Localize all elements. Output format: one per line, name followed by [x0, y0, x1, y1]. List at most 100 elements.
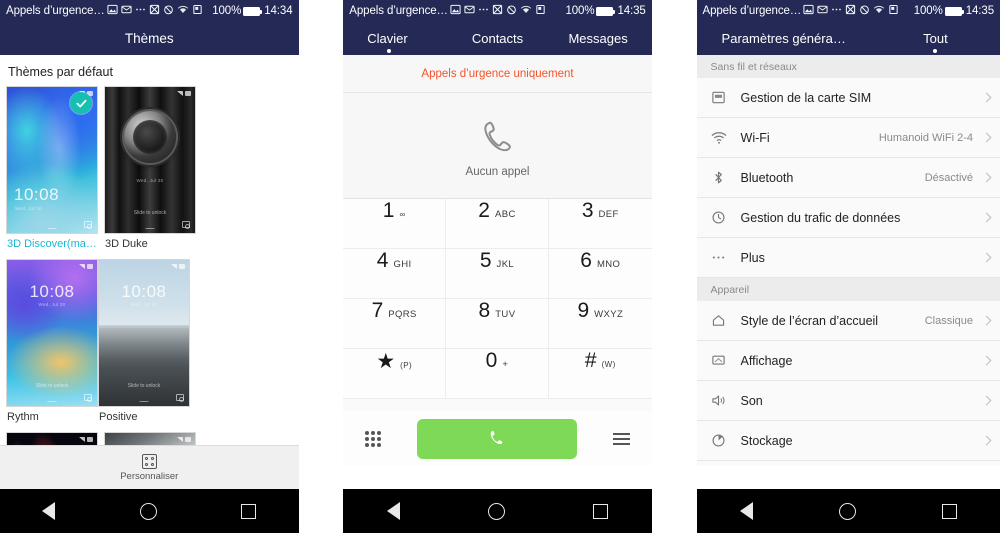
key-2[interactable]: 2 ABC [446, 199, 549, 249]
chevron-right-icon [981, 395, 992, 406]
no-sim-icon [492, 4, 503, 18]
alarm-mute-icon [506, 4, 517, 18]
sim-card-icon [711, 90, 733, 105]
setting-row-home-style[interactable]: Style de l’écran d’accueil Classique [696, 301, 1000, 341]
setting-row-bluetooth[interactable]: Bluetooth Désactivé [696, 158, 1000, 198]
themes-content: Thèmes par défaut 10:08 Wed, Jul 30 3D D… [0, 55, 299, 466]
key-digit: 9 [577, 299, 590, 322]
thumb-unlock-hint: Slide to unlock [35, 383, 69, 389]
tab-messages[interactable]: Messages [541, 22, 652, 55]
key-7[interactable]: 7 PQRS [343, 299, 447, 349]
vpn-icon [888, 4, 899, 18]
setting-label: Style de l’écran d’accueil [740, 313, 879, 328]
back-triangle-icon[interactable] [739, 502, 753, 520]
clock-label: 14:34 [264, 5, 293, 17]
status-icons [803, 4, 899, 18]
home-circle-icon[interactable] [139, 502, 157, 520]
home-circle-icon[interactable] [838, 502, 856, 520]
back-triangle-icon[interactable] [387, 502, 401, 520]
setting-row-sound[interactable]: Son [696, 381, 1000, 421]
key-9[interactable]: 9 WXYZ [548, 299, 652, 349]
theme-card[interactable]: 10:08 Wed, Jul 30 Slide to unlock Rythm [6, 259, 98, 430]
key-digit: 8 [478, 299, 491, 322]
call-button[interactable] [417, 418, 577, 459]
key-sublabel: WXYZ [594, 309, 624, 320]
key-1[interactable]: 1 ∞ [343, 199, 447, 249]
key-sublabel: TUV [495, 309, 516, 320]
setting-label: Son [740, 393, 763, 408]
chevron-right-icon [981, 172, 992, 183]
clock-label: 14:35 [965, 5, 994, 17]
tab-clavier[interactable]: Clavier [343, 22, 454, 55]
theme-thumbnail[interactable]: Wed, Jul 30 Slide to unlock [104, 86, 196, 234]
recents-square-icon[interactable] [941, 503, 957, 519]
thumb-status-icons [171, 264, 185, 269]
key-5[interactable]: 5 JKL [446, 249, 549, 299]
status-bar-settings: Appels d’urgence… 100% 14:35 [696, 0, 1000, 22]
setting-row-battery[interactable]: Batterie [696, 461, 1000, 466]
chevron-right-icon [981, 132, 992, 143]
setting-row-storage[interactable]: Stockage [696, 421, 1000, 461]
key-sublabel: + [502, 359, 509, 370]
recents-square-icon[interactable] [241, 503, 257, 519]
setting-row-wifi[interactable]: Wi-Fi Humanoid WiFi 2-4 [696, 118, 1000, 158]
home-circle-icon[interactable] [488, 502, 505, 520]
thumb-date: Wed, Jul 30 [38, 302, 66, 307]
settings-group-header: Appareil [696, 278, 1000, 301]
dialer-phone-panel: Appels d’urgence… 100% 14:35 Clavier Con… [343, 0, 652, 533]
setting-row-sim[interactable]: Gestion de la carte SIM [696, 78, 1000, 118]
theme-card[interactable]: Wed, Jul 30 Slide to unlock 3D Duke [104, 86, 196, 257]
phone-call-icon [490, 430, 503, 444]
setting-row-display[interactable]: Affichage [696, 341, 1000, 381]
key-digit: 3 [581, 199, 594, 222]
dial-keypad: 1 ∞ 2 ABC 3 DEF 4 GHI 5 JKL 6 MNO 7 PQRS 8 TUV 9… [343, 199, 652, 399]
key-8[interactable]: 8 TUV [446, 299, 549, 349]
theme-card[interactable]: 10:08 Wed, Jul 30 Slide to unlock Positi… [98, 259, 190, 430]
key-4[interactable]: 4 GHI [343, 249, 447, 299]
back-triangle-icon[interactable] [42, 502, 56, 520]
key-sublabel: ∞ [399, 210, 406, 219]
call-state-label: Aucun appel [465, 165, 530, 178]
key-digit: 7 [371, 299, 384, 322]
dialpad-grid-icon[interactable] [365, 430, 382, 447]
sound-icon [711, 393, 733, 408]
tab-parametres-generaux[interactable]: Paramètres généra… [697, 22, 871, 55]
theme-thumbnail[interactable]: 10:08 Wed, Jul 30 Slide to unlock [6, 259, 98, 407]
theme-label: Positive [99, 411, 138, 423]
thumb-date: Wed, Jul 30 [136, 177, 164, 183]
battery-percent-label: 100% [565, 5, 595, 17]
key-star[interactable]: ★ (P) [343, 349, 447, 399]
theme-thumbnail[interactable]: 10:08 Wed, Jul 30 [6, 86, 98, 234]
tab-label: Tout [923, 31, 948, 46]
data-usage-icon [711, 210, 733, 225]
key-sublabel: (P) [400, 361, 413, 370]
thumb-clock: 10:08 [14, 185, 60, 204]
chevron-right-icon [981, 435, 992, 446]
hamburger-menu-icon[interactable] [612, 432, 630, 445]
recents-square-icon[interactable] [592, 503, 608, 519]
panel-gap [651, 0, 697, 533]
dialer-tabs: Clavier Contacts Messages [343, 22, 651, 55]
tab-tout[interactable]: Tout [871, 22, 1000, 55]
setting-row-plus[interactable]: Plus [696, 238, 1000, 278]
settings-list[interactable]: Sans fil et réseaux Gestion de la carte … [696, 55, 1000, 466]
setting-value: Désactivé [924, 171, 973, 184]
theme-label: Rythm [7, 411, 39, 423]
key-hash[interactable]: # (W) [548, 349, 652, 399]
grid-customize-icon [141, 453, 157, 469]
dialer-action-bar [343, 411, 652, 466]
vpn-icon [535, 4, 546, 18]
active-tab-dot [933, 49, 938, 53]
setting-row-data-usage[interactable]: Gestion du trafic de données [696, 198, 1000, 238]
tab-contacts[interactable]: Contacts [454, 22, 541, 55]
alarm-mute-icon [859, 4, 870, 18]
theme-card[interactable]: 10:08 Wed, Jul 30 3D Discover(mag… [6, 86, 98, 257]
carrier-label: Appels d’urgence… [702, 5, 802, 17]
key-6[interactable]: 6 MNO [548, 249, 652, 299]
key-3[interactable]: 3 DEF [548, 199, 652, 249]
tab-label: Paramètres généra… [721, 31, 846, 46]
theme-thumbnail[interactable]: 10:08 Wed, Jul 30 Slide to unlock [98, 259, 190, 407]
key-0[interactable]: 0 + [446, 349, 549, 399]
setting-label: Gestion de la carte SIM [740, 90, 872, 105]
personalize-button[interactable]: Personnaliser [0, 445, 299, 489]
